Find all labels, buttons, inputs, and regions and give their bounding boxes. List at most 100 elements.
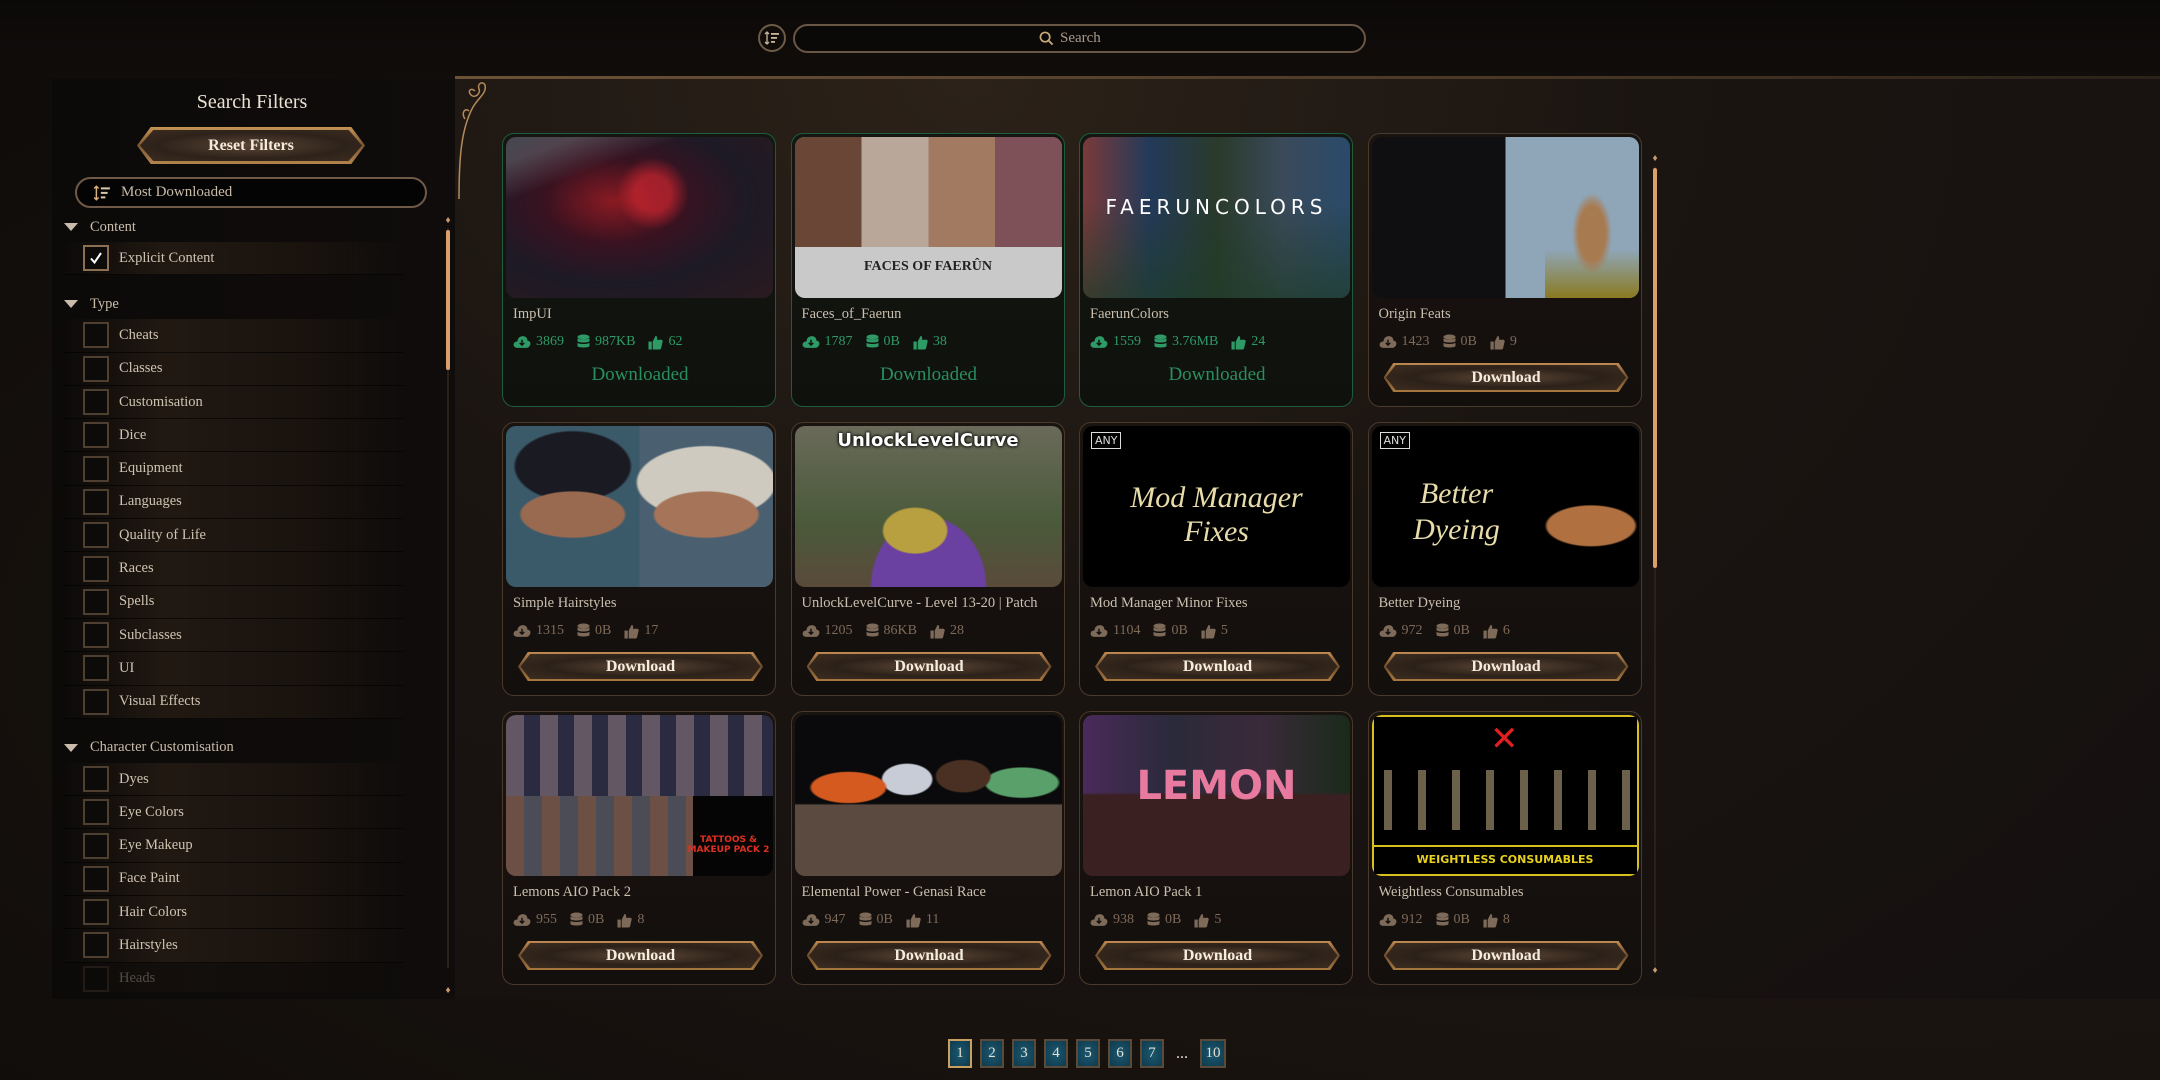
checkbox[interactable]: [83, 766, 109, 792]
download-button[interactable]: Download: [1383, 652, 1629, 681]
mod-card[interactable]: FAERUNCOLORS FaerunColors 1559 3.76MB 24…: [1079, 133, 1353, 407]
download-button-label: Download: [520, 943, 761, 968]
checkbox[interactable]: [83, 455, 109, 482]
download-button[interactable]: Download: [518, 652, 763, 681]
filter-quality-of-life[interactable]: Quality of Life: [64, 519, 404, 553]
filter-visual-effects[interactable]: Visual Effects: [64, 685, 404, 719]
page-button-3[interactable]: 3: [1012, 1039, 1036, 1068]
download-button[interactable]: Download: [1095, 941, 1340, 970]
filter-languages[interactable]: Languages: [64, 485, 404, 520]
checkbox[interactable]: [83, 588, 109, 615]
filter-face-paint[interactable]: Face Paint: [64, 862, 404, 897]
filter-subclasses[interactable]: Subclasses: [64, 618, 404, 653]
mod-card[interactable]: FACES OF FAERÛN Faces_of_Faerun 1787 0B …: [790, 133, 1065, 407]
mod-thumbnail[interactable]: ANYBetter Dyeing: [1371, 426, 1639, 587]
checkbox[interactable]: [83, 488, 109, 515]
scroll-down-icon[interactable]: ♦: [443, 986, 453, 996]
filter-equipment[interactable]: Equipment: [64, 452, 404, 486]
content-scrollbar[interactable]: ♦ ♦: [1650, 154, 1660, 979]
scroll-up-icon[interactable]: ♦: [1650, 154, 1660, 164]
checkbox[interactable]: [83, 865, 109, 892]
checkbox[interactable]: [83, 799, 109, 826]
checkbox[interactable]: [83, 899, 109, 926]
sort-toggle-button[interactable]: [758, 24, 786, 52]
scroll-up-icon[interactable]: ♦: [443, 216, 453, 226]
mod-thumbnail[interactable]: ✕ WEIGHTLESS CONSUMABLES: [1371, 715, 1639, 876]
sort-dropdown[interactable]: Most Downloaded: [75, 177, 427, 208]
scrollbar-thumb[interactable]: [446, 230, 450, 370]
search-input[interactable]: [1060, 30, 1120, 47]
filter-dice[interactable]: Dice: [64, 419, 404, 453]
filter-eye-makeup[interactable]: Eye Makeup: [64, 829, 404, 863]
filter-group-character-customisation[interactable]: Character Customisation: [52, 733, 442, 763]
page-button-1[interactable]: 1: [948, 1039, 972, 1068]
checkbox[interactable]: [83, 688, 109, 715]
checkbox[interactable]: [83, 522, 109, 549]
checkbox[interactable]: [83, 389, 109, 416]
checkbox[interactable]: [83, 965, 109, 992]
mod-thumbnail[interactable]: TATTOOS & MAKEUP PACK 2: [506, 715, 773, 876]
mod-thumbnail[interactable]: FAERUNCOLORS: [1083, 137, 1350, 298]
filter-spells[interactable]: Spells: [64, 585, 404, 619]
search-bar[interactable]: [793, 24, 1366, 53]
filter-group-type[interactable]: Type: [52, 289, 442, 319]
mod-thumbnail[interactable]: ANY Mod Manager Fixes: [1083, 426, 1350, 587]
mod-card[interactable]: ✕ WEIGHTLESS CONSUMABLES Weightless Consu…: [1367, 711, 1642, 985]
checkbox[interactable]: [83, 622, 109, 649]
file-size: 0B: [866, 334, 900, 350]
mod-card[interactable]: Origin Feats 1423 0B 9 Download: [1367, 133, 1642, 407]
mod-card[interactable]: ANY Mod Manager Fixes Mod Manager Minor F…: [1079, 422, 1353, 696]
filter-eye-colors[interactable]: Eye Colors: [64, 796, 404, 830]
reset-filters-button[interactable]: Reset Filters: [137, 127, 365, 164]
mod-thumbnail[interactable]: [1371, 137, 1639, 298]
mod-thumbnail[interactable]: [794, 715, 1062, 876]
mod-thumbnail[interactable]: UnlockLevelCurve: [794, 426, 1062, 587]
mod-thumbnail[interactable]: [506, 426, 773, 587]
mod-card[interactable]: ANYBetter Dyeing Better Dyeing 972 0B 6 …: [1367, 422, 1642, 696]
download-button[interactable]: Download: [518, 941, 763, 970]
download-button[interactable]: Download: [1383, 363, 1629, 392]
filter-classes[interactable]: Classes: [64, 352, 404, 386]
mod-thumbnail[interactable]: LEMON: [1083, 715, 1350, 876]
page-button-5[interactable]: 5: [1076, 1039, 1100, 1068]
mod-thumbnail[interactable]: FACES OF FAERÛN: [794, 137, 1062, 298]
page-button-6[interactable]: 6: [1108, 1039, 1132, 1068]
page-button-4[interactable]: 4: [1044, 1039, 1068, 1068]
mod-card[interactable]: TATTOOS & MAKEUP PACK 2 Lemons AIO Pack …: [502, 711, 776, 985]
download-button[interactable]: Download: [806, 652, 1052, 681]
scroll-down-icon[interactable]: ♦: [1650, 966, 1660, 976]
checkbox[interactable]: [83, 355, 109, 382]
mod-card[interactable]: ImpUI 3869 987KB 62 Downloaded: [502, 133, 776, 407]
filter-hair-colors[interactable]: Hair Colors: [64, 896, 404, 930]
download-button[interactable]: Download: [1383, 941, 1629, 970]
mod-thumbnail[interactable]: [506, 137, 773, 298]
checkbox[interactable]: [83, 832, 109, 859]
filter-group-content[interactable]: Content: [52, 212, 442, 242]
checkbox[interactable]: [83, 655, 109, 682]
download-button[interactable]: Download: [1095, 652, 1340, 681]
filter-ui[interactable]: UI: [64, 652, 404, 686]
checkbox[interactable]: [83, 555, 109, 582]
page-button-2[interactable]: 2: [980, 1039, 1004, 1068]
page-button-7[interactable]: 7: [1140, 1039, 1164, 1068]
file-size: 0B: [859, 912, 893, 928]
page-button-last[interactable]: 10: [1200, 1039, 1226, 1068]
checkbox[interactable]: [83, 422, 109, 449]
filter-dyes[interactable]: Dyes: [64, 762, 404, 797]
download-button[interactable]: Download: [806, 941, 1052, 970]
filter-customisation[interactable]: Customisation: [64, 385, 404, 420]
checkbox[interactable]: [83, 245, 109, 272]
sidebar-scrollbar[interactable]: ♦ ♦: [443, 216, 453, 996]
filter-races[interactable]: Races: [64, 552, 404, 586]
mod-card[interactable]: Simple Hairstyles 1315 0B 17 Download: [502, 422, 776, 696]
mod-card[interactable]: UnlockLevelCurve UnlockLevelCurve - Leve…: [790, 422, 1065, 696]
mod-card[interactable]: Elemental Power - Genasi Race 947 0B 11 …: [790, 711, 1065, 985]
checkbox[interactable]: [83, 932, 109, 959]
checkbox[interactable]: [83, 322, 109, 349]
filter-cheats[interactable]: Cheats: [64, 319, 404, 353]
mod-card[interactable]: LEMON Lemon AIO Pack 1 938 0B 5 Download: [1079, 711, 1353, 985]
filter-hairstyles[interactable]: Hairstyles: [64, 929, 404, 963]
filter-explicit-content[interactable]: Explicit Content: [64, 242, 404, 276]
scrollbar-thumb[interactable]: [1653, 168, 1657, 568]
filter-heads[interactable]: Heads: [64, 962, 404, 992]
